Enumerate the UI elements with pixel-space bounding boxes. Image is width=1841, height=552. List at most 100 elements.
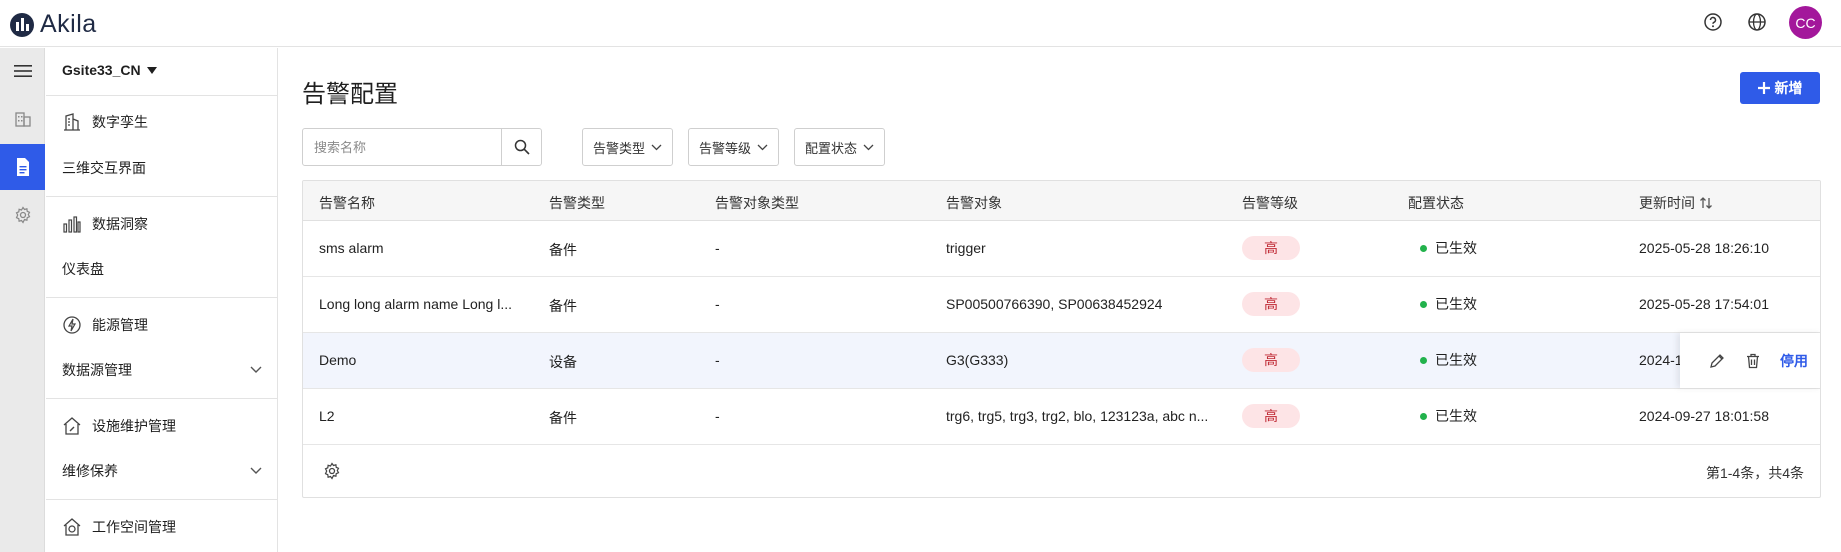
sidebar-item-dashboard[interactable]: 仪表盘 (62, 259, 262, 279)
cell-object-type: - (715, 296, 720, 312)
sidebar-item-data-source[interactable]: 数据源管理 (62, 360, 262, 380)
table-row[interactable]: sms alarm 备件 - trigger 高 已生效 2025-05-28 … (303, 221, 1820, 277)
cell-name: Demo (319, 352, 357, 368)
column-header-level: 告警等级 (1242, 195, 1298, 211)
app-name: Akila (40, 10, 97, 38)
cell-updated: 2024-09-27 18:01:58 (1639, 408, 1769, 424)
help-icon[interactable] (1702, 11, 1724, 33)
caret-down-icon (146, 66, 157, 74)
filter-alarm-level[interactable]: 告警等级 (688, 128, 780, 166)
rail-buildings-button[interactable] (0, 96, 45, 142)
filter-label: 配置状态 (805, 140, 858, 156)
user-avatar[interactable]: CC (1789, 6, 1822, 39)
sidebar-item-label: 数据源管理 (62, 362, 132, 378)
cell-type: 设备 (549, 354, 577, 370)
sidebar-section-data-insight[interactable]: 数据洞察 (62, 214, 148, 234)
cell-updated: 2025-05-28 17:54:01 (1639, 296, 1769, 312)
main-content: 告警配置 新增 告警类型 告警等级 配置状态 告警名称 告警类型 告警对象类型 … (279, 48, 1841, 552)
plus-icon (1757, 82, 1770, 94)
column-header-type: 告警类型 (549, 195, 605, 211)
gear-icon (15, 206, 30, 224)
add-button-label: 新增 (1774, 80, 1803, 96)
section-title: 数字孪生 (92, 114, 148, 130)
status-dot-icon (1420, 356, 1427, 364)
status-cell: 已生效 (1420, 406, 1477, 426)
chevron-down-icon (863, 144, 874, 150)
chevron-down-icon (250, 467, 262, 474)
icon-rail (0, 48, 45, 552)
top-bar: Akila CC (0, 0, 1841, 47)
table-row[interactable]: Demo 设备 - G3(G333) 高 已生效 2024-1 停用 (303, 333, 1820, 389)
cell-type: 备件 (549, 410, 577, 426)
logo-mark-icon (10, 12, 34, 37)
column-header-updated[interactable]: 更新时间 (1639, 193, 1713, 213)
filter-config-status[interactable]: 配置状态 (794, 128, 886, 166)
sidebar-section-workspace[interactable]: 工作空间管理 (62, 517, 176, 537)
cell-object: trg6, trg5, trg3, trg2, blo, 123123a, ab… (946, 408, 1209, 424)
filter-alarm-type[interactable]: 告警类型 (582, 128, 674, 166)
sidebar-section-energy[interactable]: 能源管理 (62, 315, 148, 335)
rail-settings-button[interactable] (0, 192, 45, 238)
section-title: 设施维护管理 (92, 418, 176, 434)
cell-name: sms alarm (319, 240, 384, 256)
filter-label: 告警类型 (593, 140, 646, 156)
chevron-down-icon (651, 144, 662, 150)
table-row[interactable]: L2 备件 - trg6, trg5, trg3, trg2, blo, 123… (303, 389, 1820, 445)
cell-name: L2 (319, 408, 335, 424)
cell-object: G3(G333) (946, 352, 1009, 368)
cell-updated: 2024-1 (1639, 352, 1683, 368)
status-text: 已生效 (1435, 352, 1477, 368)
chevron-down-icon (757, 144, 768, 150)
page-title: 告警配置 (302, 81, 398, 108)
alarm-table: 告警名称 告警类型 告警对象类型 告警对象 告警等级 配置状态 更新时间 sms… (302, 180, 1821, 498)
rail-documents-button[interactable] (0, 144, 45, 190)
row-actions: 停用 (1680, 333, 1820, 388)
cell-object-type: - (715, 352, 720, 368)
level-badge: 高 (1242, 404, 1300, 428)
status-dot-icon (1420, 412, 1427, 420)
cell-updated: 2025-05-28 18:26:10 (1639, 240, 1769, 256)
globe-icon[interactable] (1746, 11, 1768, 33)
status-text: 已生效 (1435, 296, 1477, 312)
status-text: 已生效 (1435, 240, 1477, 256)
sidebar-section-digital-twin[interactable]: 数字孪生 (62, 112, 148, 132)
edit-icon[interactable] (1708, 352, 1726, 370)
status-text: 已生效 (1435, 408, 1477, 424)
disable-link[interactable]: 停用 (1780, 351, 1808, 371)
cell-object: SP00500766390, SP00638452924 (946, 296, 1163, 312)
column-settings-icon[interactable] (323, 462, 341, 480)
hamburger-icon (13, 65, 32, 77)
level-badge: 高 (1242, 292, 1300, 316)
section-title: 数据洞察 (92, 216, 148, 232)
sidebar-item-label: 维修保养 (62, 463, 118, 479)
workspace-icon (63, 518, 81, 536)
sidebar-item-3d-interface[interactable]: 三维交互界面 (62, 158, 262, 178)
sidebar-item-maintenance[interactable]: 维修保养 (62, 461, 262, 481)
column-header-object: 告警对象 (946, 195, 1002, 211)
sidebar-item-label: 三维交互界面 (62, 160, 146, 176)
energy-icon (63, 316, 81, 334)
sidebar-divider (46, 398, 278, 399)
column-header-status: 配置状态 (1408, 195, 1464, 211)
trash-icon[interactable] (1744, 352, 1762, 370)
search-button[interactable] (501, 129, 541, 165)
table-row[interactable]: Long long alarm name Long l... 备件 - SP00… (303, 277, 1820, 333)
cell-type: 备件 (549, 242, 577, 258)
house-wrench-icon (63, 417, 81, 435)
cell-object: trigger (946, 240, 986, 256)
document-icon (16, 158, 29, 176)
menu-toggle-button[interactable] (0, 48, 45, 94)
search-box (302, 128, 542, 166)
sidebar-divider (46, 297, 278, 298)
search-input[interactable] (303, 129, 501, 165)
site-selector[interactable]: Gsite33_CN (62, 62, 157, 78)
sidebar-divider (46, 196, 278, 197)
filter-label: 告警等级 (699, 140, 752, 156)
app-logo[interactable]: Akila (10, 10, 97, 39)
sidebar-section-facility[interactable]: 设施维护管理 (62, 416, 176, 436)
status-cell: 已生效 (1420, 350, 1477, 370)
add-alarm-button[interactable]: 新增 (1740, 72, 1820, 104)
level-badge: 高 (1242, 348, 1300, 372)
sidebar-divider (46, 95, 278, 96)
sidebar-item-label: 仪表盘 (62, 261, 104, 277)
